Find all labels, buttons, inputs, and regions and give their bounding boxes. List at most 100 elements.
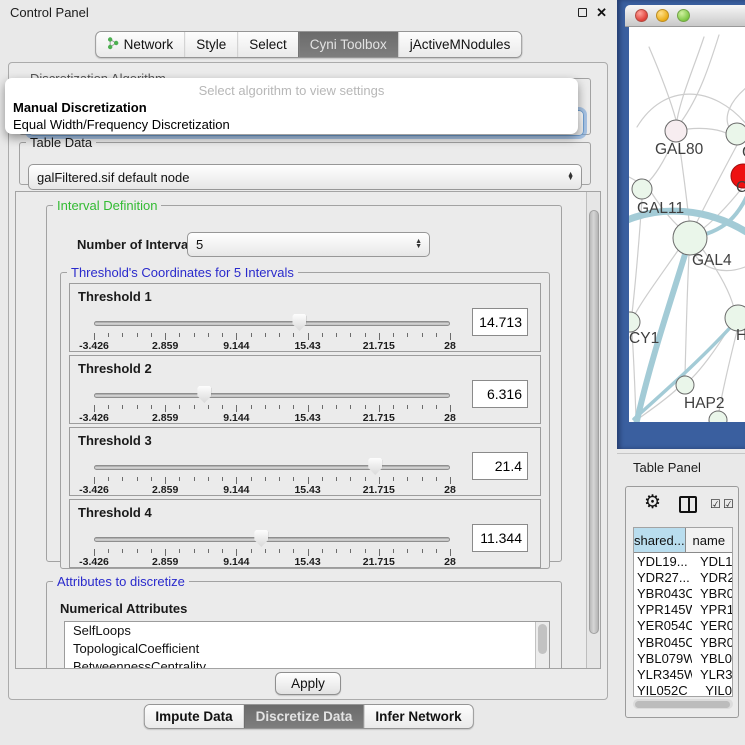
threshold-slider[interactable]: -3.4262.8599.14415.4321.71528	[94, 312, 450, 352]
attribute-list-item[interactable]: SelfLoops	[65, 622, 549, 640]
table-row[interactable]: YDL19...YDL1	[634, 553, 732, 569]
attributes-scrollbar[interactable]	[535, 622, 549, 669]
node-table[interactable]: shared... name YDL19...YDL1YDR27...YDR2Y…	[633, 527, 733, 697]
tick-mark	[308, 333, 309, 340]
network-edge[interactable]	[685, 254, 689, 376]
tab-cyni-toolbox-label: Cyni Toolbox	[310, 37, 387, 52]
network-node[interactable]	[665, 120, 687, 142]
slider-track[interactable]	[94, 321, 450, 326]
horizontal-scrollbar[interactable]	[633, 699, 733, 709]
close-traffic-light-icon[interactable]	[635, 9, 648, 22]
network-node[interactable]	[629, 312, 640, 332]
tick-mark	[236, 333, 237, 340]
threshold-slider[interactable]: -3.4262.8599.14415.4321.71528	[94, 384, 450, 424]
table-row[interactable]: YDR27...YDR2	[634, 569, 732, 585]
algorithm-option-manual[interactable]: Manual Discretization	[5, 99, 578, 116]
tick-mark	[293, 333, 294, 337]
slider-track[interactable]	[94, 537, 450, 542]
scrollbar-thumb[interactable]	[538, 624, 547, 654]
tab-cyni-toolbox[interactable]: Cyni Toolbox	[298, 32, 398, 57]
node-label: HAP2	[684, 395, 725, 412]
tick-mark	[265, 333, 266, 337]
column-header-name[interactable]: name	[686, 528, 732, 552]
slider-track[interactable]	[94, 393, 450, 398]
checkbox-icon[interactable]: ☑	[723, 498, 734, 510]
tab-style[interactable]: Style	[184, 32, 237, 57]
attribute-list-item[interactable]: BetweennessCentrality	[65, 658, 549, 669]
slider-track[interactable]	[94, 465, 450, 470]
tab-discretize-data[interactable]: Discretize Data	[244, 705, 364, 728]
table-data-select[interactable]: galFiltered.sif default node ▲▼	[28, 164, 582, 190]
cell-shared-name: YDL19...	[634, 554, 692, 569]
tab-jactivemnodules[interactable]: jActiveMNodules	[398, 32, 522, 57]
table-row[interactable]: YIL052CYIL0	[634, 683, 732, 698]
tab-impute-data[interactable]: Impute Data	[144, 705, 243, 728]
float-window-icon[interactable]	[578, 8, 587, 17]
network-node[interactable]	[726, 123, 745, 145]
number-of-intervals-select[interactable]: 5 ▲▼	[187, 232, 430, 257]
network-window-titlebar	[625, 5, 745, 27]
vertical-scrollbar[interactable]	[586, 192, 600, 668]
threshold-value-field[interactable]	[472, 524, 528, 552]
threshold-panel: Threshold 3-3.4262.8599.14415.4321.71528	[69, 427, 541, 496]
tick-label: 28	[444, 484, 456, 496]
tick-mark	[194, 549, 195, 553]
cell-name: YLR3	[692, 667, 732, 682]
slider-handle-icon[interactable]	[368, 458, 382, 475]
node-label: GAL11	[637, 200, 684, 217]
table-row[interactable]: YER054CYER0	[634, 618, 732, 634]
tick-mark	[151, 549, 152, 553]
tick-mark	[94, 477, 95, 484]
table-row[interactable]: YBR043CYBR0	[634, 585, 732, 601]
threshold-value-field[interactable]	[472, 308, 528, 336]
network-edge[interactable]	[649, 47, 676, 120]
tick-mark	[365, 477, 366, 481]
table-row[interactable]: YBL079WYBL0	[634, 650, 732, 666]
table-row[interactable]: YBR045CYBR0	[634, 634, 732, 650]
checkbox-icon[interactable]: ☑	[710, 498, 721, 510]
algorithm-option-equal-width[interactable]: Equal Width/Frequency Discretization	[5, 116, 578, 133]
threshold-slider[interactable]: -3.4262.8599.14415.4321.71528	[94, 528, 450, 568]
node-label: C	[736, 179, 745, 196]
slider-handle-icon[interactable]	[292, 314, 306, 331]
threshold-slider[interactable]: -3.4262.8599.14415.4321.71528	[94, 456, 450, 496]
tick-mark	[308, 405, 309, 412]
split-columns-icon[interactable]	[679, 496, 697, 513]
network-node[interactable]	[673, 221, 707, 255]
tab-select[interactable]: Select	[237, 32, 298, 57]
slider-handle-icon[interactable]	[254, 530, 268, 547]
tab-network[interactable]: Network	[96, 32, 185, 57]
threshold-value-field[interactable]	[472, 380, 528, 408]
threshold-label: Threshold 4	[78, 505, 152, 520]
tick-mark	[151, 333, 152, 337]
table-row[interactable]: YLR345WYLR3	[634, 666, 732, 682]
zoom-traffic-light-icon[interactable]	[677, 9, 690, 22]
threshold-label: Threshold 2	[78, 361, 152, 376]
tick-mark	[137, 405, 138, 409]
threshold-value-field[interactable]	[472, 452, 528, 480]
network-node[interactable]	[632, 179, 652, 199]
combo-stepper-icon: ▲▼	[415, 240, 429, 249]
apply-button[interactable]: Apply	[275, 672, 341, 695]
control-panel-title: Control Panel	[10, 5, 89, 20]
network-canvas[interactable]: GAL80GACGAL11GAL4GCY1HHAP2	[629, 27, 745, 422]
close-icon[interactable]: ✕	[596, 6, 607, 19]
network-edge[interactable]	[634, 249, 679, 316]
table-header: shared... name	[634, 528, 732, 553]
table-row[interactable]: YPR145WYPR1	[634, 602, 732, 618]
network-edge[interactable]	[727, 87, 745, 127]
slider-handle-icon[interactable]	[197, 386, 211, 403]
column-header-shared[interactable]: shared...	[634, 528, 686, 552]
network-node[interactable]	[709, 411, 727, 422]
attribute-list-item[interactable]: TopologicalCoefficient	[65, 640, 549, 658]
minimize-traffic-light-icon[interactable]	[656, 9, 669, 22]
scrollbar-thumb[interactable]	[589, 210, 599, 634]
tick-mark	[151, 477, 152, 481]
cell-shared-name: YDR27...	[634, 570, 692, 585]
tick-mark	[108, 549, 109, 553]
gear-icon[interactable]: ⚙	[644, 493, 661, 512]
scrollbar-thumb[interactable]	[635, 701, 730, 708]
tab-infer-network[interactable]: Infer Network	[363, 705, 472, 728]
network-node[interactable]	[676, 376, 694, 394]
numerical-attributes-list[interactable]: SelfLoopsTopologicalCoefficientBetweenne…	[64, 621, 550, 669]
